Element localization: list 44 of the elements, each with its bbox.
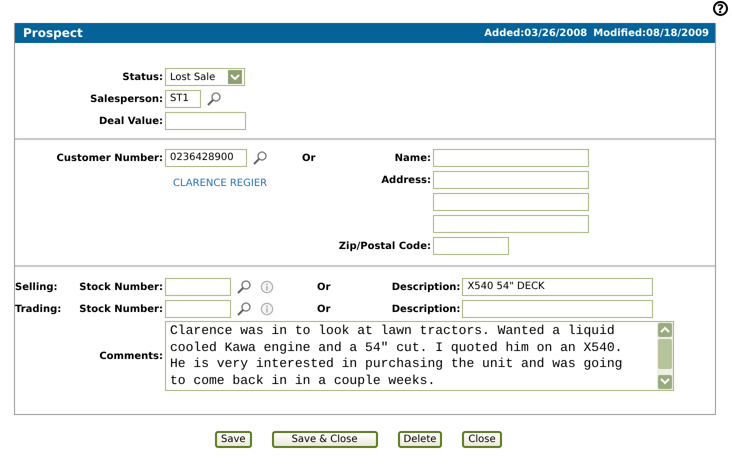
field-label: Deal Value:: [98, 116, 163, 126]
search-icon[interactable]: [252, 150, 268, 166]
field-label: Zip/Postal Code:: [338, 240, 431, 252]
input-field[interactable]: [433, 237, 509, 255]
input-field[interactable]: [165, 278, 231, 296]
input-field[interactable]: [165, 112, 246, 130]
or-label: Or: [317, 282, 330, 292]
or-label: Or: [317, 304, 330, 314]
action-button[interactable]: Close: [462, 431, 502, 448]
input-field[interactable]: ST1: [165, 90, 201, 108]
status-dropdown[interactable]: Lost Sale: [165, 68, 245, 86]
customer-name-link[interactable]: CLARENCE REGIER: [173, 178, 268, 188]
or-label: Or: [302, 152, 316, 164]
field-label: Salesperson:: [89, 94, 163, 104]
info-icon[interactable]: [260, 280, 274, 294]
input-field[interactable]: [462, 300, 654, 318]
input-field[interactable]: 0236428900: [165, 149, 247, 167]
action-button[interactable]: Delete: [398, 431, 442, 448]
search-icon[interactable]: [236, 279, 252, 295]
field-label: Description:: [390, 282, 460, 292]
action-button[interactable]: Save: [215, 431, 252, 448]
group-label: Selling:: [15, 282, 57, 292]
modified-date: Modified:08/18/2009: [593, 28, 709, 38]
action-button[interactable]: Save & Close: [272, 431, 378, 448]
field-label: Stock Number:: [78, 304, 163, 314]
field-label: Customer Number:: [56, 152, 163, 164]
added-date: Added:03/26/2008: [484, 28, 588, 38]
field-label: Description:: [390, 304, 460, 314]
search-icon[interactable]: [206, 91, 222, 107]
info-icon[interactable]: [260, 302, 274, 316]
help-icon[interactable]: ?: [713, 1, 728, 16]
input-field[interactable]: [433, 149, 589, 167]
field-label: Comments:: [98, 350, 163, 362]
field-label: Name:: [394, 152, 431, 164]
field-label: Address:: [380, 174, 431, 186]
input-field[interactable]: [165, 300, 231, 318]
input-field[interactable]: [433, 171, 589, 189]
search-icon[interactable]: [236, 301, 252, 317]
input-field[interactable]: [433, 215, 589, 233]
input-field[interactable]: [433, 193, 589, 211]
field-label: Stock Number:: [78, 282, 163, 292]
input-field[interactable]: X540 54" DECK: [462, 278, 654, 296]
panel-title: Prospect: [23, 26, 83, 40]
field-label: Status:: [121, 72, 163, 82]
